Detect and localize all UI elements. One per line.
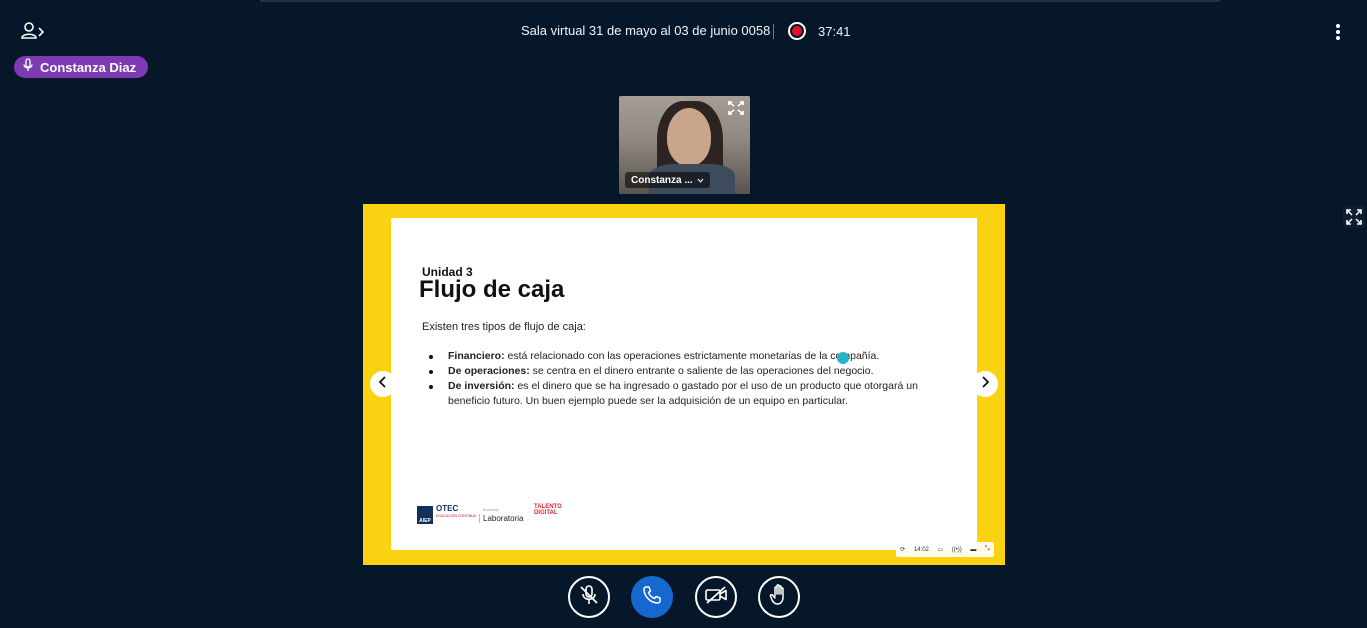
laboratoria-logo: Laboratoria: [479, 514, 523, 523]
webcam-person-face: [667, 108, 711, 166]
slide-bullet: De inversión: es el dinero que se ha ing…: [427, 379, 937, 409]
slide-bullet: Financiero: está relacionado con las ope…: [427, 349, 937, 364]
recording-indicator-icon[interactable]: [788, 22, 806, 40]
users-list-toggle-icon[interactable]: [20, 20, 48, 44]
next-slide-button[interactable]: [972, 371, 998, 397]
top-bar: Sala virtual 31 de mayo al 03 de junio 0…: [0, 0, 1367, 62]
raise-hand-button[interactable]: [758, 576, 800, 618]
webcam-name: Constanza ...: [631, 174, 693, 186]
unmute-button[interactable]: [568, 576, 610, 618]
presentation-area: Unidad 3 Flujo de caja Existen tres tipo…: [363, 204, 1005, 565]
laboratoria-logo-pretext: Bootcamp: [483, 508, 499, 512]
video-camera-off-icon: [704, 584, 728, 611]
slide: Unidad 3 Flujo de caja Existen tres tipo…: [391, 218, 994, 557]
screen-icon[interactable]: ▬: [970, 547, 976, 553]
replay-icon[interactable]: ⟳: [900, 546, 905, 553]
slide-title: Flujo de caja: [419, 276, 565, 303]
fullscreen-presentation-icon[interactable]: [1343, 206, 1365, 228]
shrink-icon[interactable]: ⤡: [985, 546, 990, 553]
presenter-cursor: [837, 352, 849, 364]
captions-icon[interactable]: ▭: [937, 546, 943, 553]
chevron-down-icon: [697, 175, 704, 186]
chevron-left-icon: [378, 375, 388, 393]
hand-icon: [768, 583, 790, 612]
broadcast-icon[interactable]: ((•)): [952, 547, 962, 553]
webcam-tile[interactable]: Constanza ...: [619, 96, 750, 194]
talking-indicator[interactable]: Constanza Diaz: [14, 56, 149, 78]
microphone-icon: [22, 57, 34, 77]
recording-time: 37:41: [818, 24, 851, 39]
chevron-right-icon: [980, 375, 990, 393]
action-bar: [0, 576, 1367, 620]
otec-logo-subtext: EDUCACIÓN CONTINUA: [436, 514, 477, 518]
slide-bullet: De operaciones: se centra en el dinero e…: [427, 364, 937, 379]
slide-bullet-list: Financiero: está relacionado con las ope…: [427, 349, 937, 409]
slide-intro: Existen tres tipos de flujo de caja:: [422, 321, 586, 333]
previous-slide-button[interactable]: [370, 371, 396, 397]
talento-digital-logo: TALENTO DIGITAL: [534, 504, 562, 516]
otec-logo-text: OTEC: [436, 504, 459, 513]
title-separator: [773, 24, 774, 39]
phone-icon: [641, 584, 663, 611]
meeting-title: Sala virtual 31 de mayo al 03 de junio 0…: [521, 23, 771, 38]
aiep-logo: AIEP: [417, 506, 433, 524]
options-menu-icon[interactable]: [1330, 22, 1346, 42]
player-time: 14:02: [913, 546, 929, 553]
slide-logos: AIEP OTEC EDUCACIÓN CONTINUA Bootcamp La…: [417, 504, 577, 530]
talker-name: Constanza Diaz: [40, 59, 137, 75]
expand-icon[interactable]: [727, 100, 747, 118]
webcam-name-label[interactable]: Constanza ...: [625, 172, 710, 188]
share-webcam-button[interactable]: [695, 576, 737, 618]
microphone-muted-icon: [577, 583, 601, 612]
leave-audio-button[interactable]: [631, 576, 673, 618]
slide-player-controls: ⟳ 14:02 ▭ ((•)) ▬ ⤡: [896, 542, 994, 557]
